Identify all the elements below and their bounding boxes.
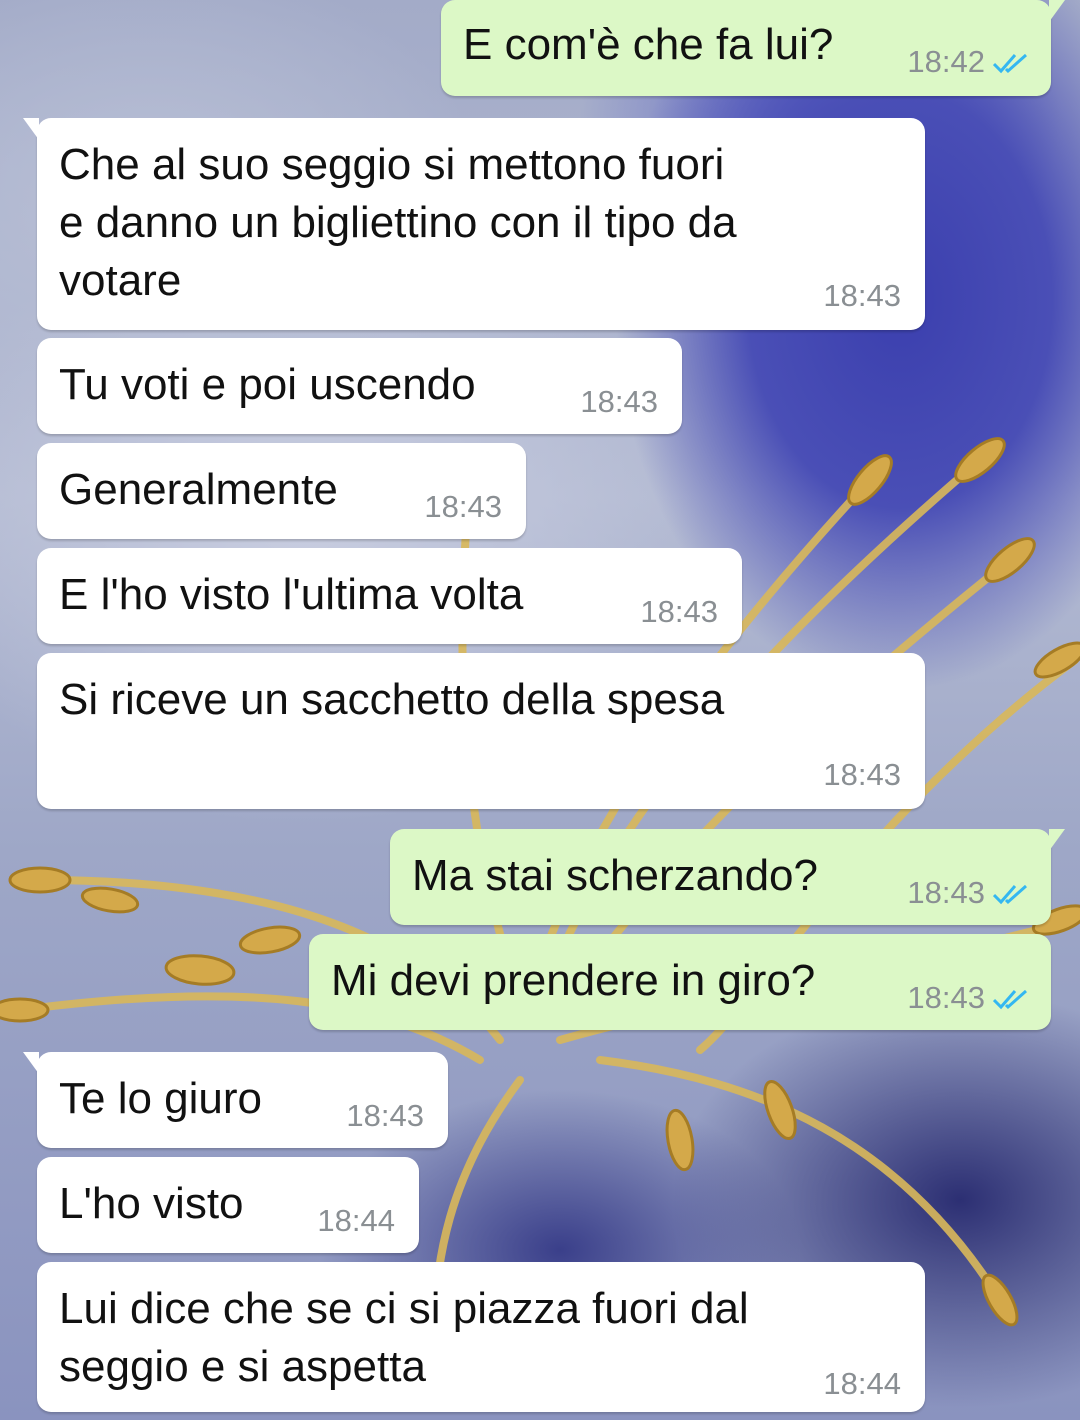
message-text: Ma stai scherzando? [412, 851, 818, 900]
bubble-tail [23, 118, 39, 140]
message-text: Che al suo seggio si mettono fuori e dan… [59, 140, 737, 305]
message-text: Mi devi prendere in giro? [331, 956, 816, 1005]
message-text: L'ho visto [59, 1179, 244, 1228]
message-time: 18:43 [580, 384, 658, 419]
message-time: 18:43 [346, 1098, 424, 1133]
message-bubble-incoming[interactable]: Generalmente 18:43 [37, 443, 526, 539]
message-bubble-incoming[interactable]: Che al suo seggio si mettono fuori e dan… [23, 118, 925, 330]
message-bubble-incoming[interactable]: Si riceve un sacchetto della spesa 18:43 [37, 653, 925, 809]
message-time: 18:44 [823, 1366, 901, 1401]
message-text: Tu voti e poi uscendo [59, 360, 476, 409]
message-text: E l'ho visto l'ultima volta [59, 570, 524, 619]
message-list[interactable]: E com'è che fa lui? 18:42 Che al suo seg… [0, 0, 1080, 1420]
message-time: 18:43 [823, 757, 901, 792]
message-time: 18:43 [823, 278, 901, 313]
bubble-tail [1049, 0, 1065, 22]
message-time: 18:43 [907, 980, 985, 1015]
message-text: Te lo giuro [59, 1074, 263, 1123]
message-bubble-incoming[interactable]: Lui dice che se ci si piazza fuori dal s… [37, 1262, 925, 1412]
message-bubble-outgoing[interactable]: Ma stai scherzando? 18:43 [390, 829, 1065, 925]
double-check-read-icon [993, 884, 1027, 905]
bubble-tail [1049, 829, 1065, 851]
bubble-tail [23, 1052, 39, 1074]
message-time: 18:43 [424, 489, 502, 524]
message-bubble-outgoing[interactable]: Mi devi prendere in giro? 18:43 [309, 934, 1051, 1030]
double-check-read-icon [993, 53, 1027, 74]
message-text: Lui dice che se ci si piazza fuori dal s… [59, 1284, 749, 1391]
message-text: E com'è che fa lui? [463, 20, 834, 69]
double-check-read-icon [993, 989, 1027, 1010]
message-bubble-incoming[interactable]: L'ho visto 18:44 [37, 1157, 419, 1253]
message-text: Generalmente [59, 465, 338, 514]
message-time: 18:44 [317, 1203, 395, 1238]
message-time: 18:42 [907, 44, 985, 79]
message-bubble-incoming[interactable]: Tu voti e poi uscendo 18:43 [37, 338, 682, 434]
message-bubble-incoming[interactable]: Te lo giuro 18:43 [23, 1052, 448, 1148]
message-time: 18:43 [907, 875, 985, 910]
message-text: Si riceve un sacchetto della spesa [59, 675, 725, 724]
message-time: 18:43 [640, 594, 718, 629]
message-bubble-outgoing[interactable]: E com'è che fa lui? 18:42 [441, 0, 1065, 96]
message-bubble-incoming[interactable]: E l'ho visto l'ultima volta 18:43 [37, 548, 742, 644]
